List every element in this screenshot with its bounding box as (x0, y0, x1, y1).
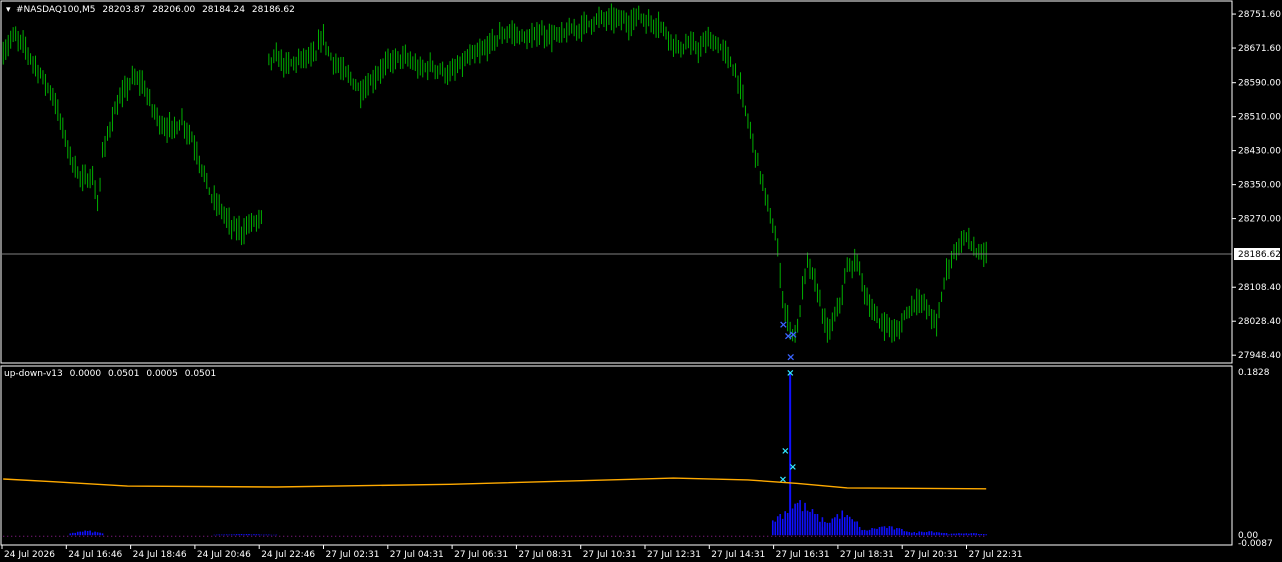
indicator-header: up-down-v13 0.0000 0.0501 0.0005 0.0501 (4, 369, 216, 379)
chart-window[interactable]: × × × × × × × × 28751.60 28671.60 28590.00 28510.… (0, 0, 1282, 562)
signal-marker-icon: × (786, 351, 795, 364)
time-tick-label: 27 Jul 20:31 (904, 550, 958, 560)
price-tick-label: 28671.60 (1238, 44, 1281, 54)
time-tick-label: 27 Jul 08:31 (518, 550, 572, 560)
time-tick-label: 27 Jul 10:31 (583, 550, 637, 560)
time-axis: 24 Jul 2026 24 Jul 16:46 24 Jul 18:46 24 Ju… (1, 545, 1023, 560)
price-panel-frame (0, 0, 1233, 364)
indicator-tick-label: -0.0087 (1238, 539, 1273, 549)
indicator-value-3: 0.0005 (146, 369, 178, 379)
indicator-value-4: 0.0501 (185, 369, 217, 379)
symbol-header: #NASDAQ100,M5 28203.87 28206.00 28184.24… (16, 5, 295, 15)
time-tick-label: 24 Jul 2026 (4, 550, 55, 560)
price-tick-label: 27948.40 (1238, 351, 1281, 361)
price-tick-label: 28510.00 (1238, 113, 1281, 123)
time-tick-label: 27 Jul 02:31 (326, 550, 380, 560)
close-value: 28186.62 (252, 5, 295, 15)
spike-marker-icon: × (789, 462, 797, 473)
price-tick-label: 28751.60 (1238, 10, 1281, 20)
high-value: 28206.00 (152, 5, 195, 15)
spike-marker-icon: × (779, 474, 787, 485)
time-tick-label: 27 Jul 14:31 (711, 550, 765, 560)
time-tick-label: 27 Jul 18:31 (840, 550, 894, 560)
histogram (3, 372, 988, 537)
price-tick-label: 28028.40 (1238, 317, 1281, 327)
indicator-value-1: 0.0000 (70, 369, 102, 379)
axes: 28751.60 28671.60 28590.00 28510.00 28430.00… (0, 0, 1281, 560)
time-tick-label: 24 Jul 22:46 (261, 550, 315, 560)
indicator-panel-frame (0, 365, 1233, 546)
symbol-label: #NASDAQ100,M5 (16, 5, 96, 15)
price-tick-label: 28430.00 (1238, 147, 1281, 157)
time-tick-label: 27 Jul 06:31 (454, 550, 508, 560)
indicator-value-2: 0.0501 (108, 369, 140, 379)
time-tick-label: 27 Jul 16:31 (776, 550, 830, 560)
indicator-moving-line (3, 477, 987, 490)
indicator-panel[interactable]: ×××× (3, 368, 988, 537)
time-tick-label: 27 Jul 04:31 (390, 550, 444, 560)
price-tick-label: 28270.00 (1238, 215, 1281, 225)
price-tick-label: 28350.00 (1238, 181, 1281, 191)
open-value: 28203.87 (102, 5, 145, 15)
time-tick-label: 24 Jul 18:46 (133, 550, 187, 560)
indicator-tick-label: 0.1828 (1238, 368, 1270, 378)
time-tick-label: 24 Jul 16:46 (68, 550, 122, 560)
ohlc-bars (2, 3, 987, 343)
indicator-name: up-down-v13 (4, 369, 63, 379)
chart-canvas[interactable]: ×××× ×××× 28751.6028671.6028590.0028510.… (0, 0, 1282, 562)
signal-marker-icon: × (789, 328, 798, 341)
price-tick-label: 28590.00 (1238, 79, 1281, 89)
price-panel[interactable]: ×××× (2, 3, 1232, 364)
time-tick-label: 27 Jul 22:31 (969, 550, 1023, 560)
symbol-menu-icon[interactable]: ▾ (6, 5, 11, 15)
time-tick-label: 27 Jul 12:31 (647, 550, 701, 560)
price-tick-label: 28108.40 (1238, 283, 1281, 293)
spike-marker-icon: × (781, 446, 789, 457)
spike-marker-icon: × (786, 368, 794, 379)
low-value: 28184.24 (202, 5, 245, 15)
current-price-label: 28186.62 (1238, 250, 1281, 260)
time-tick-label: 24 Jul 20:46 (197, 550, 251, 560)
